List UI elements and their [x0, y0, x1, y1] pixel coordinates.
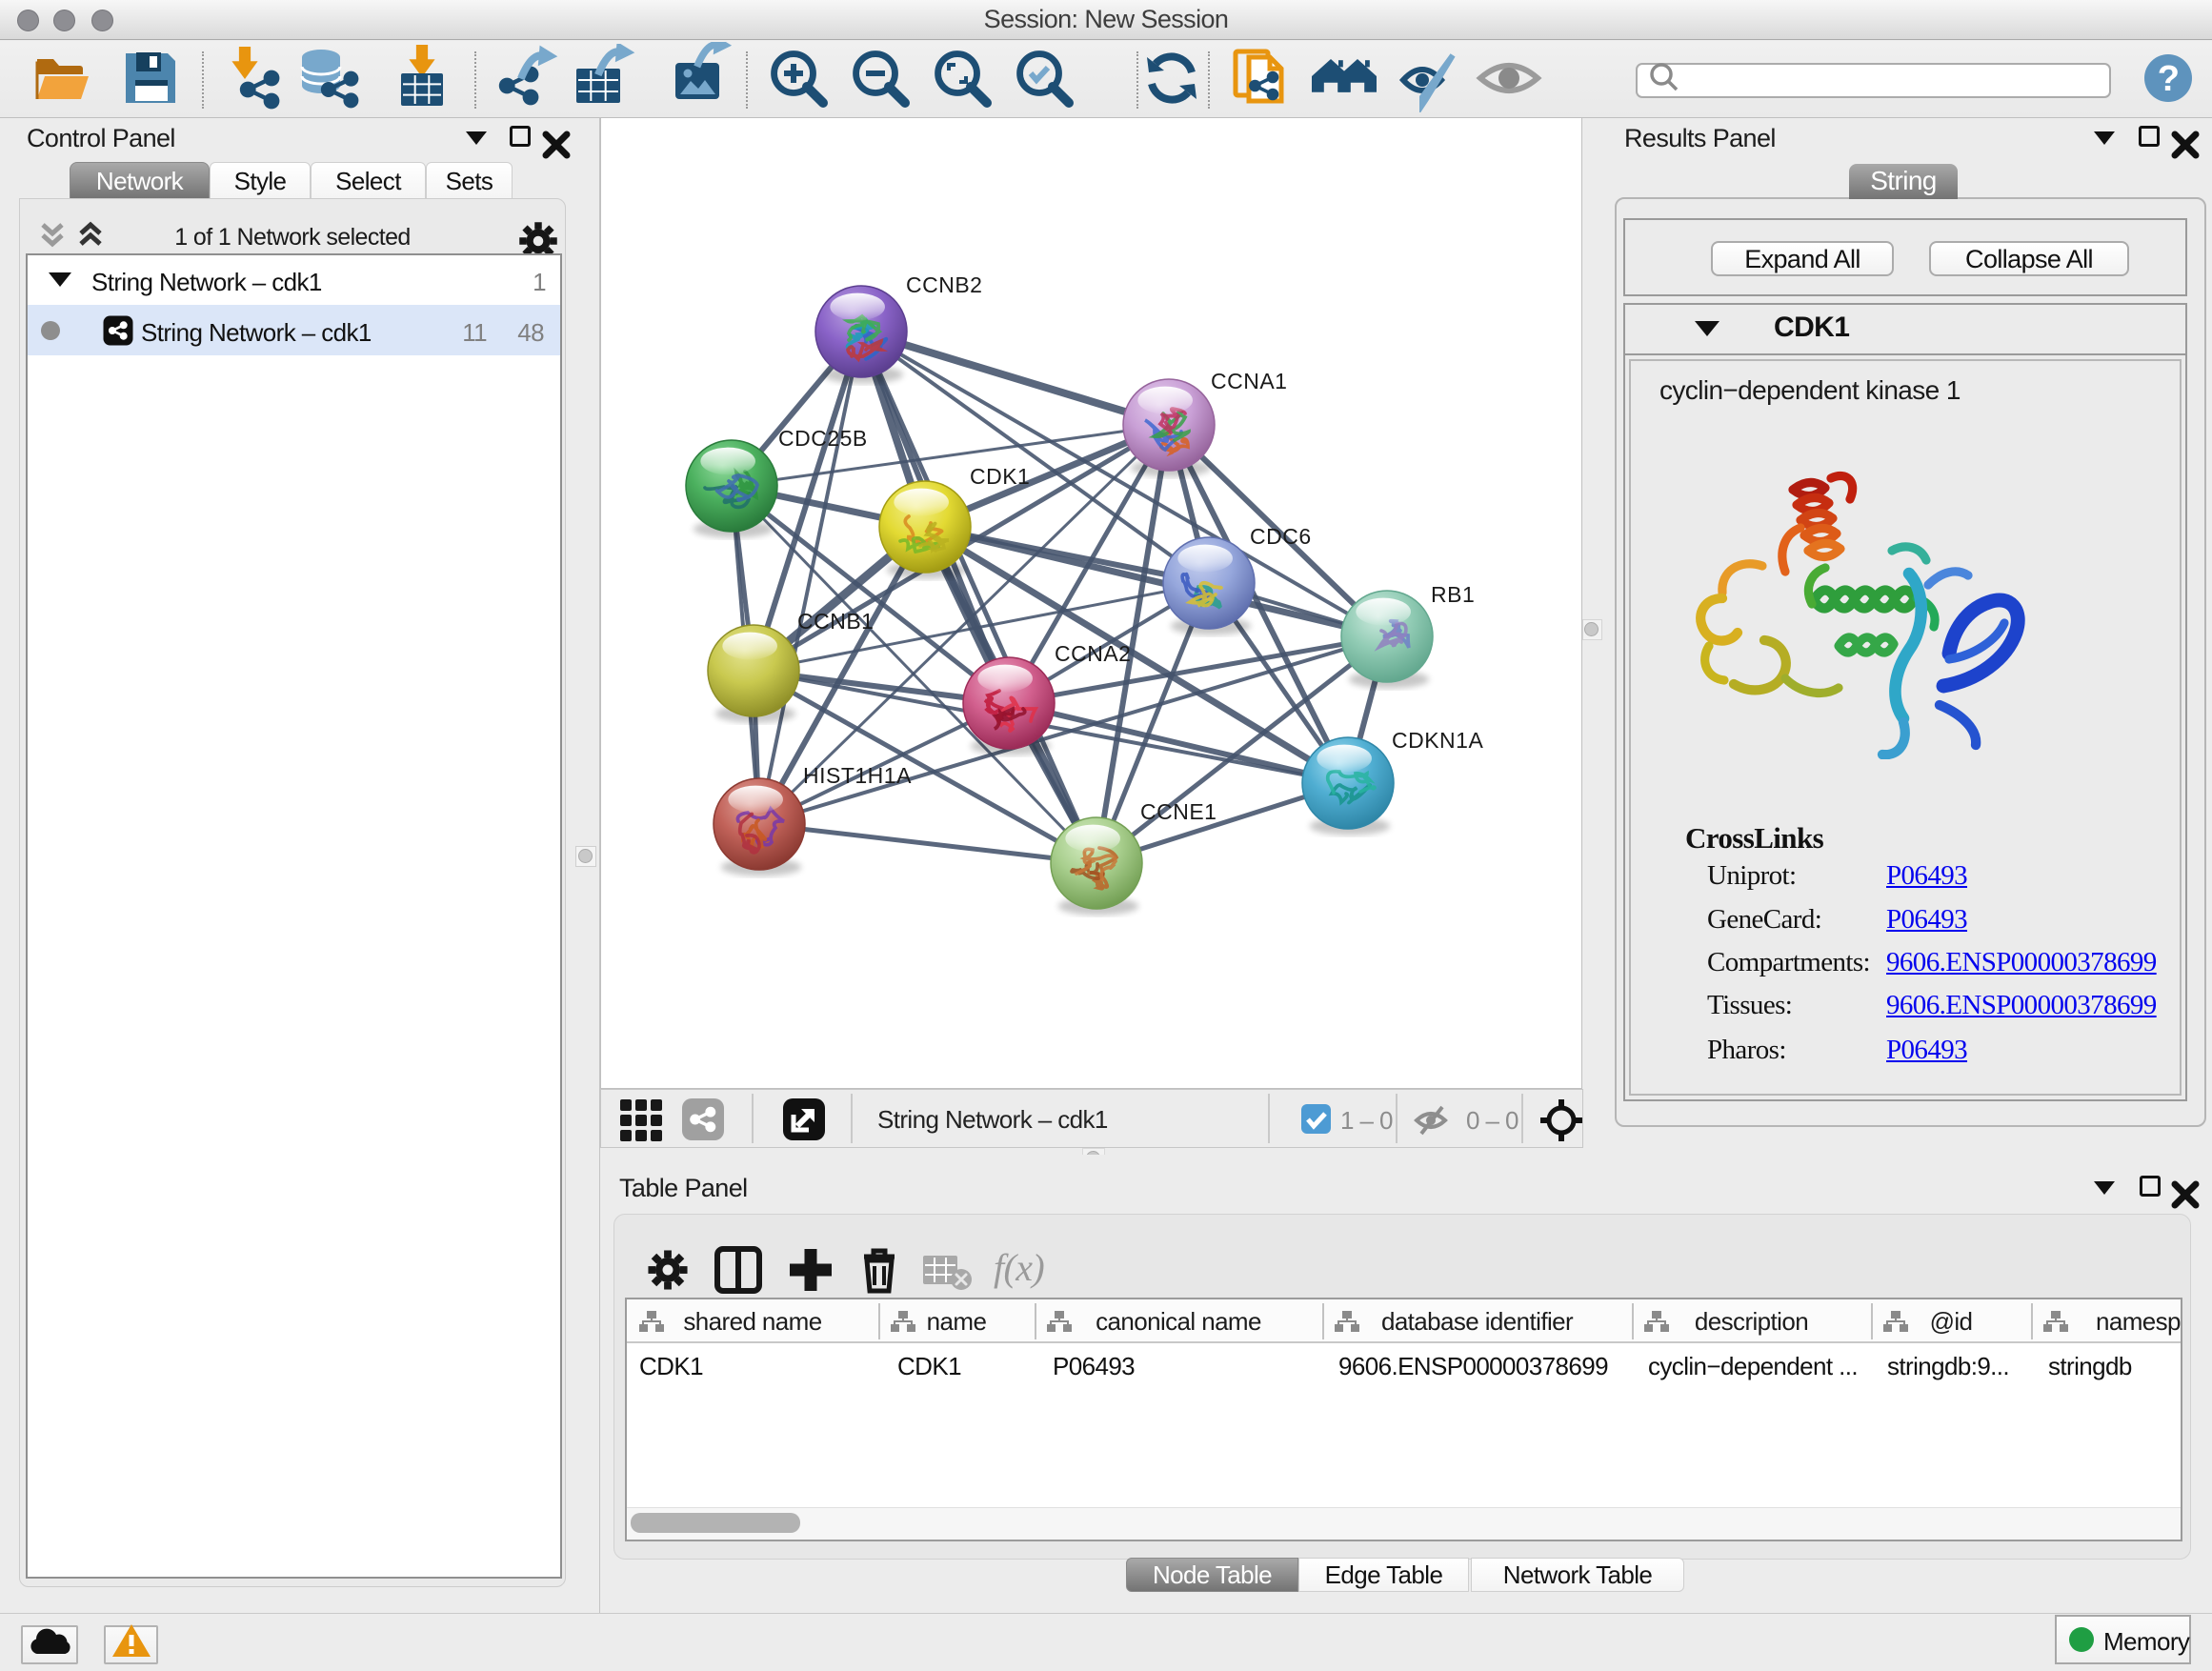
svg-text:CCNB2: CCNB2	[906, 272, 982, 297]
svg-text:RB1: RB1	[1431, 582, 1475, 607]
svg-text:CDC25B: CDC25B	[778, 426, 868, 451]
svg-text:CCNA1: CCNA1	[1211, 369, 1287, 393]
svg-text:HIST1H1A: HIST1H1A	[803, 763, 912, 788]
svg-text:CCNB1: CCNB1	[797, 609, 874, 634]
svg-text:CCNE1: CCNE1	[1140, 799, 1217, 824]
svg-text:CCNA2: CCNA2	[1055, 641, 1131, 666]
svg-text:CDK1: CDK1	[970, 464, 1030, 489]
svg-text:CDKN1A: CDKN1A	[1392, 728, 1483, 753]
svg-text:?: ?	[2158, 59, 2180, 99]
svg-text:CDC6: CDC6	[1250, 524, 1312, 549]
